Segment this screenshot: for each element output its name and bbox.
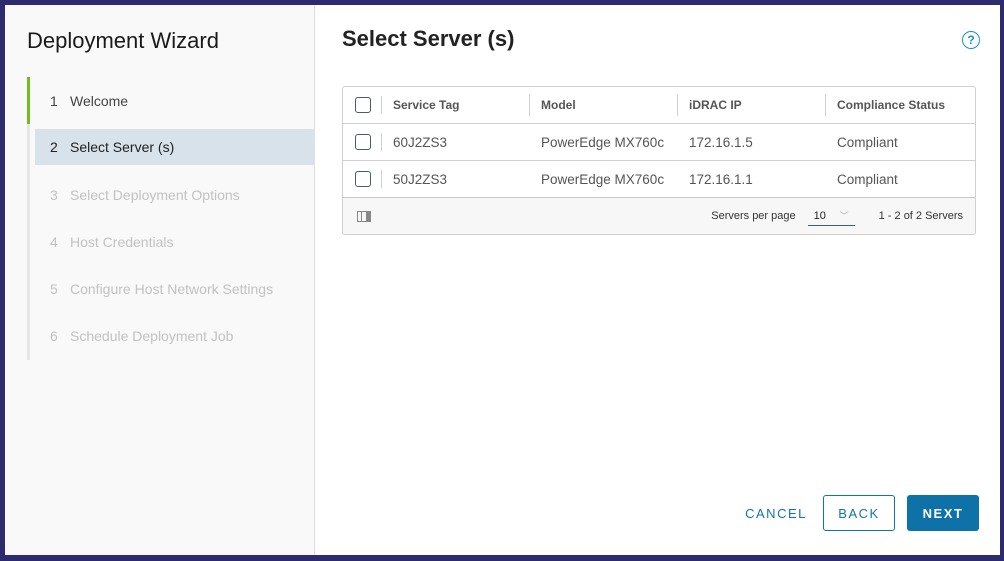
step-label: Welcome xyxy=(70,92,129,109)
page-title: Select Server (s) xyxy=(342,26,515,51)
cell-idrac-ip: 172.16.1.5 xyxy=(689,134,753,150)
step-number: 5 xyxy=(50,280,58,297)
step-label: Host Credentials xyxy=(70,233,174,250)
table-footer: Servers per page 10 ﹀ 1 - 2 of 2 Servers xyxy=(343,197,975,234)
deployment-wizard-dialog: Deployment Wizard 1 Welcome 2 Select Ser… xyxy=(5,5,1000,555)
table-header: Service Tag Model iDRAC IP Compliance St… xyxy=(343,87,975,124)
chevron-down-icon: ﹀ xyxy=(839,211,849,221)
row-checkbox[interactable] xyxy=(354,171,371,187)
column-toggle-icon[interactable] xyxy=(357,210,371,222)
pagination-range: 1 - 2 of 2 Servers xyxy=(878,210,963,222)
row-checkbox[interactable] xyxy=(354,134,371,150)
step-number: 6 xyxy=(50,327,58,344)
per-page-label: Servers per page xyxy=(711,210,796,222)
step-deployment-options: 3 Select Deployment Options xyxy=(30,171,315,218)
cell-idrac-ip: 172.16.1.1 xyxy=(689,171,753,187)
wizard-title: Deployment Wizard xyxy=(27,28,219,53)
column-header-idrac-ip[interactable]: iDRAC IP xyxy=(678,87,826,123)
step-welcome[interactable]: 1 Welcome xyxy=(27,77,315,124)
per-page-select[interactable]: 10 ﹀ xyxy=(807,206,855,226)
wizard-content: Select Server (s) ? Service Tag Model iD… xyxy=(315,5,1000,555)
cell-service-tag: 60J2ZS3 xyxy=(393,134,448,150)
cell-compliance: Compliant xyxy=(837,134,898,150)
step-label: Select Server (s) xyxy=(70,139,175,155)
column-header-model[interactable]: Model xyxy=(530,87,678,123)
select-all-checkbox[interactable] xyxy=(354,97,371,113)
cell-compliance: Compliant xyxy=(837,171,898,187)
help-icon[interactable]: ? xyxy=(962,31,980,49)
step-schedule-job: 6 Schedule Deployment Job xyxy=(30,312,315,359)
step-number: 1 xyxy=(50,92,58,109)
step-number: 3 xyxy=(50,186,58,203)
table-row[interactable]: 50J2ZS3 PowerEdge MX760c 172.16.1.1 Comp… xyxy=(343,161,975,198)
table-row[interactable]: 60J2ZS3 PowerEdge MX760c 172.16.1.5 Comp… xyxy=(343,124,975,161)
cancel-button[interactable]: CANCEL xyxy=(737,495,815,531)
wizard-sidebar: Deployment Wizard 1 Welcome 2 Select Ser… xyxy=(5,5,315,555)
step-number: 2 xyxy=(50,139,58,155)
step-select-servers[interactable]: 2 Select Server (s) xyxy=(35,129,315,165)
column-header-compliance[interactable]: Compliance Status xyxy=(826,87,975,123)
next-button[interactable]: NEXT xyxy=(907,495,979,531)
step-label: Schedule Deployment Job xyxy=(70,327,234,344)
back-button[interactable]: BACK xyxy=(823,495,895,531)
servers-table: Service Tag Model iDRAC IP Compliance St… xyxy=(342,86,976,235)
column-header-service-tag[interactable]: Service Tag xyxy=(382,87,530,123)
cell-model: PowerEdge MX760c xyxy=(541,171,665,187)
step-host-network: 5 Configure Host Network Settings xyxy=(30,265,315,312)
step-label: Configure Host Network Settings xyxy=(70,280,274,297)
step-host-credentials: 4 Host Credentials xyxy=(30,218,315,265)
cell-service-tag: 50J2ZS3 xyxy=(393,171,448,187)
wizard-steps: 1 Welcome 2 Select Server (s) 3 Select D… xyxy=(27,77,315,360)
step-number: 4 xyxy=(50,233,58,250)
step-label: Select Deployment Options xyxy=(70,186,240,203)
per-page-value: 10 xyxy=(813,209,826,222)
cell-model: PowerEdge MX760c xyxy=(541,134,665,150)
